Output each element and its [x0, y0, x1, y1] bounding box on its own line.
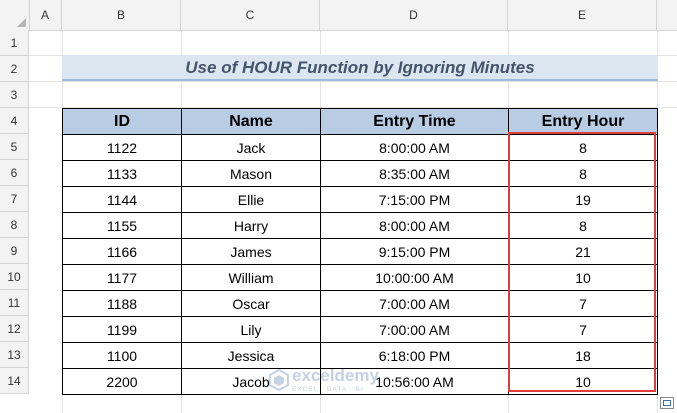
row-header-6[interactable]: 6 [0, 160, 29, 186]
row-header-13[interactable]: 13 [0, 342, 29, 368]
cell-entry-time[interactable]: 7:15:00 PM [320, 186, 509, 213]
table-row: 1199 Lily 7:00:00 AM 7 [62, 316, 658, 343]
table-row: 1177 William 10:00:00 AM 10 [62, 264, 658, 291]
table-row: 1133 Mason 8:35:00 AM 8 [62, 160, 658, 187]
cell-entry-hour[interactable]: 8 [508, 212, 658, 239]
cell-entry-hour[interactable]: 21 [508, 238, 658, 265]
cell-entry-hour[interactable]: 7 [508, 290, 658, 317]
cell-id[interactable]: 1133 [62, 160, 182, 187]
quick-analysis-icon[interactable] [660, 397, 674, 409]
header-id[interactable]: ID [62, 108, 182, 135]
watermark-logo: exceldemy EXCEL · DATA · BI [268, 365, 408, 397]
cell-id[interactable]: 1144 [62, 186, 182, 213]
table-row: 1144 Ellie 7:15:00 PM 19 [62, 186, 658, 213]
row-header-1[interactable]: 1 [0, 30, 29, 56]
header-entry-time[interactable]: Entry Time [320, 108, 509, 135]
table-row: 1122 Jack 8:00:00 AM 8 [62, 134, 658, 161]
column-header-b[interactable]: B [62, 0, 181, 30]
row-header-9[interactable]: 9 [0, 238, 29, 264]
sheet-title[interactable]: Use of HOUR Function by Ignoring Minutes [62, 55, 658, 81]
column-header-a[interactable]: A [29, 0, 62, 30]
cell-entry-time[interactable]: 7:00:00 AM [320, 290, 509, 317]
row-header-14[interactable]: 14 [0, 368, 29, 394]
exceldemy-logo-icon [269, 369, 289, 391]
gridline [29, 81, 677, 82]
row-header-4[interactable]: 4 [0, 108, 29, 134]
cell-id[interactable]: 1122 [62, 134, 182, 161]
header-name[interactable]: Name [181, 108, 321, 135]
spreadsheet-grid: A B C D E 1 2 3 4 5 6 7 8 9 10 11 12 13 … [0, 0, 677, 413]
cell-id[interactable]: 1100 [62, 342, 182, 369]
cell-name[interactable]: Mason [181, 160, 321, 187]
cell-name[interactable]: Lily [181, 316, 321, 343]
cell-entry-hour[interactable]: 8 [508, 134, 658, 161]
watermark-name: exceldemy [292, 366, 379, 385]
cell-id[interactable]: 1177 [62, 264, 182, 291]
select-all-icon [17, 18, 26, 27]
cell-id[interactable]: 1188 [62, 290, 182, 317]
header-entry-hour[interactable]: Entry Hour [508, 108, 658, 135]
cell-entry-hour[interactable]: 8 [508, 160, 658, 187]
column-header-c[interactable]: C [181, 0, 320, 30]
cell-entry-time[interactable]: 8:35:00 AM [320, 160, 509, 187]
cell-entry-hour[interactable]: 10 [508, 368, 658, 395]
cell-entry-hour[interactable]: 19 [508, 186, 658, 213]
cell-name[interactable]: Ellie [181, 186, 321, 213]
cell-name[interactable]: Jack [181, 134, 321, 161]
row-header-11[interactable]: 11 [0, 290, 29, 316]
row-header-8[interactable]: 8 [0, 212, 29, 238]
cell-entry-hour[interactable]: 7 [508, 316, 658, 343]
cell-id[interactable]: 2200 [62, 368, 182, 395]
cell-name[interactable]: James [181, 238, 321, 265]
cell-entry-time[interactable]: 7:00:00 AM [320, 316, 509, 343]
column-header-e[interactable]: E [508, 0, 657, 30]
watermark-tagline: EXCEL · DATA · BI [292, 386, 364, 393]
data-table: ID Name Entry Time Entry Hour 1122 Jack … [62, 108, 658, 395]
row-header-12[interactable]: 12 [0, 316, 29, 342]
cell-entry-time[interactable]: 8:00:00 AM [320, 212, 509, 239]
table-row: 1155 Harry 8:00:00 AM 8 [62, 212, 658, 239]
table-row: 1166 James 9:15:00 PM 21 [62, 238, 658, 265]
row-header-7[interactable]: 7 [0, 186, 29, 212]
cell-id[interactable]: 1166 [62, 238, 182, 265]
column-header-d[interactable]: D [320, 0, 508, 30]
table-row: 1188 Oscar 7:00:00 AM 7 [62, 290, 658, 317]
row-header-2[interactable]: 2 [0, 56, 29, 82]
row-header-5[interactable]: 5 [0, 134, 29, 160]
cell-id[interactable]: 1155 [62, 212, 182, 239]
select-all-corner[interactable] [0, 0, 30, 30]
cell-entry-hour[interactable]: 10 [508, 264, 658, 291]
cell-name[interactable]: Harry [181, 212, 321, 239]
row-header-10[interactable]: 10 [0, 264, 29, 290]
cell-entry-hour[interactable]: 18 [508, 342, 658, 369]
row-header-3[interactable]: 3 [0, 82, 29, 108]
cell-entry-time[interactable]: 9:15:00 PM [320, 238, 509, 265]
cell-id[interactable]: 1199 [62, 316, 182, 343]
table-header-row: ID Name Entry Time Entry Hour [62, 108, 658, 135]
cell-entry-time[interactable]: 10:00:00 AM [320, 264, 509, 291]
cell-name[interactable]: Oscar [181, 290, 321, 317]
cell-entry-time[interactable]: 8:00:00 AM [320, 134, 509, 161]
cell-name[interactable]: William [181, 264, 321, 291]
column-header-f[interactable] [657, 0, 677, 30]
